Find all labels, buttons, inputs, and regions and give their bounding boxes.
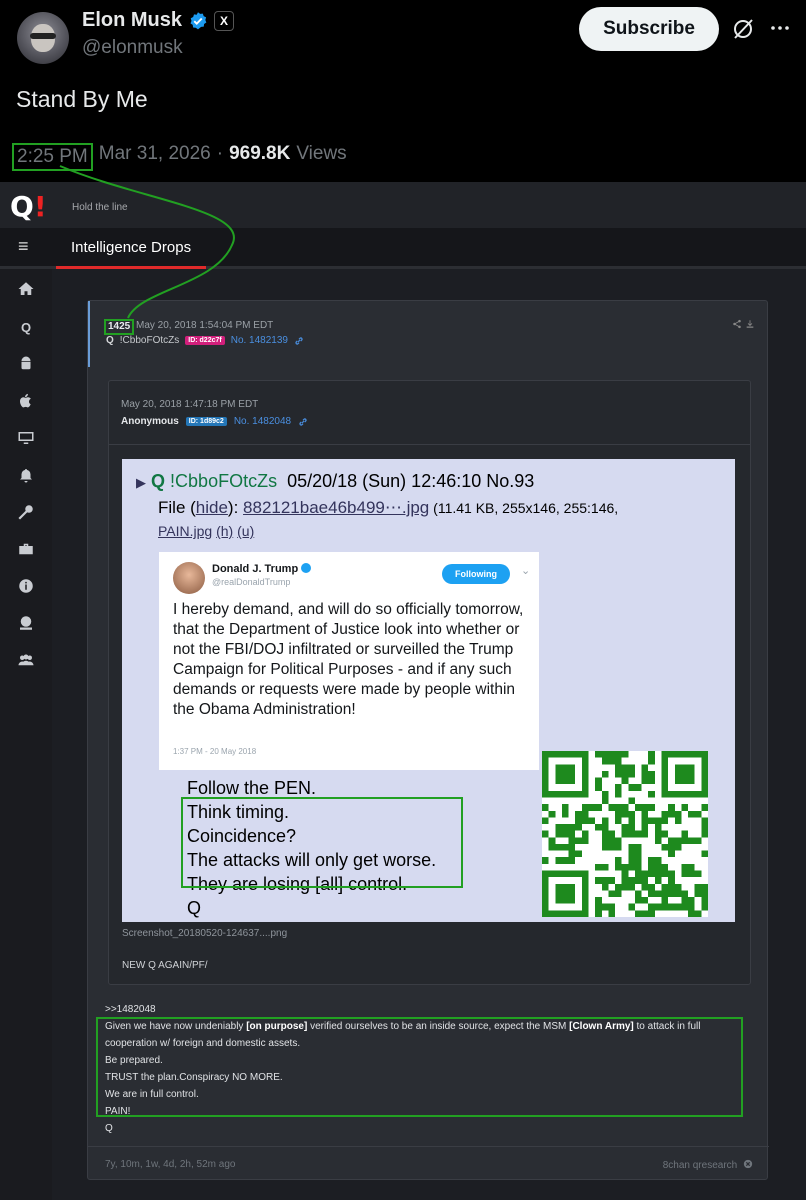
reply-author-row: Anonymous ID: 1d89c2 No. 1482048 bbox=[121, 416, 308, 427]
quote-link: >>1482048 bbox=[105, 1004, 156, 1015]
drop-footer: 7y, 10m, 1w, 4d, 2h, 52m ago 8chan qrese… bbox=[88, 1146, 769, 1181]
drop-date: May 20, 2018 1:54:04 PM EDT bbox=[136, 320, 274, 331]
time-ago: 7y, 10m, 1w, 4d, 2h, 52m ago bbox=[105, 1159, 236, 1170]
logo-bang: ! bbox=[33, 190, 47, 223]
drop-tripcode: !CbboFOtcZs bbox=[119, 335, 180, 346]
key-icon bbox=[18, 505, 33, 520]
q-icon: Q bbox=[20, 319, 32, 335]
bell-icon bbox=[20, 469, 32, 483]
download-icon bbox=[746, 320, 754, 328]
subscribe-button[interactable]: Subscribe bbox=[579, 7, 719, 51]
reply-id-badge: ID: 1d89c2 bbox=[185, 417, 227, 426]
handle[interactable]: @elonmusk bbox=[82, 37, 183, 59]
android-icon bbox=[21, 356, 31, 370]
drop-number: 1425 bbox=[104, 319, 135, 335]
site-header: Q! Hold the line bbox=[0, 182, 806, 228]
site-sidebar: Q bbox=[0, 269, 52, 1200]
trump-avatar bbox=[173, 562, 205, 594]
close-circle-icon bbox=[743, 1159, 753, 1169]
tweet-meta: 2:25 PM Mar 31, 2026 · 969.8K Views bbox=[12, 143, 347, 171]
tweet-time[interactable]: 2:25 PM bbox=[12, 143, 93, 171]
drop-author-row: Q !CbboFOtcZs ID: d22c7f No. 1482139 bbox=[106, 335, 304, 346]
trump-handle: @realDonaldTrump bbox=[212, 577, 291, 587]
trump-name-row: Donald J. Trump bbox=[212, 563, 312, 575]
share-icon bbox=[733, 319, 741, 329]
avatar[interactable] bbox=[17, 12, 69, 64]
trump-tweet-text: I hereby demand, and will do so official… bbox=[173, 601, 524, 718]
display-name[interactable]: Elon Musk bbox=[82, 9, 182, 32]
u-link: (u) bbox=[237, 523, 255, 539]
link-icon bbox=[299, 417, 307, 426]
image-post-date: 05/20/18 (Sun) 12:46:10 No.93 bbox=[287, 471, 535, 491]
drop-header: 1425 May 20, 2018 1:54:04 PM EDT Q !Cbbo… bbox=[88, 301, 769, 367]
highlight-box bbox=[181, 797, 463, 888]
meta-separator: · bbox=[216, 143, 224, 164]
trump-tweet-time: 1:37 PM - 20 May 2018 bbox=[173, 747, 257, 756]
drop-card: 1425 May 20, 2018 1:54:04 PM EDT Q !Cbbo… bbox=[87, 300, 769, 1181]
name-row: Elon Musk X bbox=[82, 9, 235, 32]
following-badge: Following bbox=[442, 564, 510, 584]
tweet-date[interactable]: Mar 31, 2026 bbox=[99, 143, 211, 171]
views-count: 969.8K bbox=[229, 143, 291, 164]
attached-image: ▶ Q !CbboFOtcZs 05/20/18 (Sun) 12:46:10 … bbox=[122, 459, 735, 922]
apple-icon bbox=[20, 393, 31, 408]
image-post-header: ▶ Q !CbboFOtcZs 05/20/18 (Sun) 12:46:10 … bbox=[136, 471, 534, 492]
file-label: File ( bbox=[158, 498, 196, 517]
divider bbox=[109, 444, 750, 445]
toolbox-icon bbox=[19, 543, 33, 555]
image-q-name: Q bbox=[151, 471, 166, 491]
home-icon bbox=[18, 282, 34, 295]
logo-q: Q bbox=[10, 190, 34, 223]
image-tripcode: !CbboFOtcZs bbox=[170, 471, 278, 491]
reply-post-link: No. 1482048 bbox=[233, 416, 292, 427]
source-text: 8chan qresearch bbox=[662, 1160, 738, 1171]
grok-icon[interactable] bbox=[731, 17, 755, 41]
verified-badge-icon bbox=[301, 563, 312, 573]
chevron-down-icon: ⌄ bbox=[521, 565, 531, 577]
drop-actions bbox=[732, 319, 755, 332]
embedded-screenshot: Q! Hold the line ≡ Intelligence Drops Q … bbox=[0, 182, 806, 1200]
tweet-header: Elon Musk X @elonmusk Subscribe Stand By… bbox=[0, 0, 806, 182]
views-label: Views bbox=[296, 143, 347, 164]
link-icon bbox=[295, 336, 303, 345]
drop-author: Q bbox=[106, 335, 114, 346]
source-label: 8chan qresearch bbox=[663, 1159, 753, 1171]
info-icon bbox=[19, 579, 33, 593]
image-caption: Screenshot_20180520-124637....png bbox=[122, 928, 288, 939]
desktop-icon bbox=[18, 432, 34, 444]
site-nav: ≡ Intelligence Drops bbox=[0, 228, 806, 269]
drop-id-badge: ID: d22c7f bbox=[185, 336, 225, 345]
body-sign: Q bbox=[105, 1123, 113, 1134]
drop-post-link: No. 1482139 bbox=[230, 335, 288, 346]
verified-badge-icon bbox=[190, 11, 207, 29]
image-file-line-2: PAIN.jpg (h) (u) bbox=[158, 523, 254, 539]
file-link: 882121bae46b499⋯.jpg bbox=[243, 498, 430, 517]
avatar-glasses bbox=[30, 33, 56, 39]
trump-tweet-image: Donald J. Trump @realDonaldTrump Followi… bbox=[159, 552, 539, 770]
reply-note: NEW Q AGAIN/PF/ bbox=[122, 960, 208, 971]
site-logo: Q! bbox=[10, 190, 47, 223]
triangle-icon: ▶ bbox=[136, 475, 146, 490]
quoted-post: May 20, 2018 1:47:18 PM EDT Anonymous ID… bbox=[108, 380, 751, 985]
q-line: Q bbox=[187, 898, 202, 918]
trump-name: Donald J. Trump bbox=[212, 563, 299, 575]
h-link: (h) bbox=[216, 523, 234, 539]
donate-icon bbox=[20, 616, 32, 630]
x-affiliation-badge: X bbox=[214, 10, 235, 31]
hamburger-menu-icon: ≡ bbox=[18, 236, 29, 256]
tab-intelligence-drops: Intelligence Drops bbox=[56, 228, 207, 269]
site-tagline: Hold the line bbox=[72, 202, 128, 213]
file-mid: ): bbox=[227, 498, 244, 517]
highlight-box bbox=[96, 1017, 743, 1117]
more-icon[interactable] bbox=[768, 16, 792, 40]
file-info: (11.41 KB, 255x146, 255:146, bbox=[429, 500, 619, 516]
qr-code bbox=[542, 751, 708, 917]
reply-author: Anonymous bbox=[121, 416, 179, 427]
file-name-2: PAIN.jpg bbox=[158, 523, 213, 539]
hide-link: hide bbox=[195, 498, 228, 517]
image-file-line: File (hide): 882121bae46b499⋯.jpg (11.41… bbox=[158, 498, 618, 518]
users-icon bbox=[18, 654, 34, 666]
reply-date: May 20, 2018 1:47:18 PM EDT bbox=[121, 399, 259, 410]
tweet-text: Stand By Me bbox=[16, 86, 148, 112]
